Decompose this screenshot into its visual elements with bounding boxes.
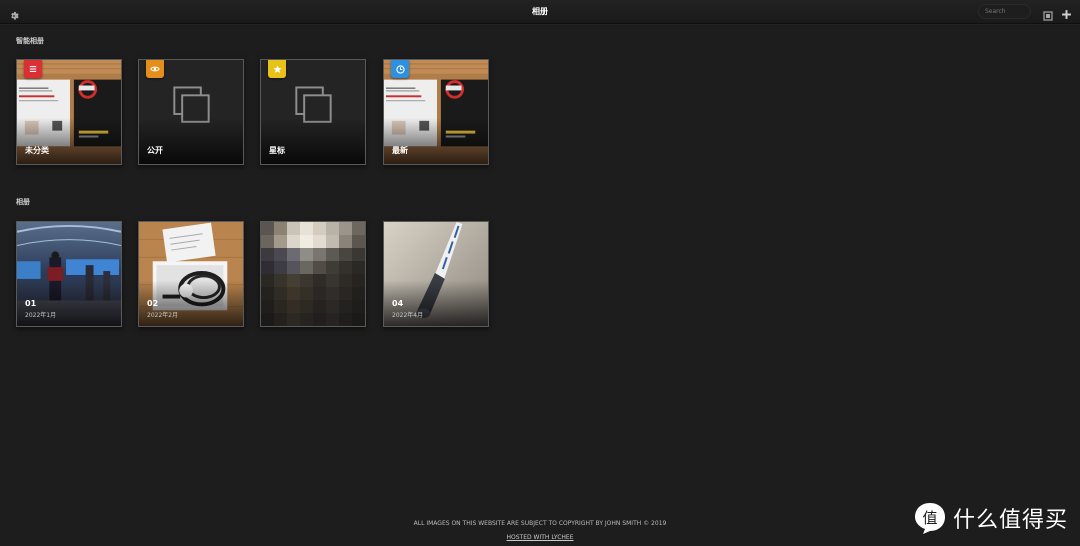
search-input[interactable]	[978, 4, 1031, 19]
smart-album-recent[interactable]: 最新	[383, 59, 489, 165]
add-plus-icon[interactable]	[1061, 5, 1073, 19]
watermark-text: 什么值得买	[952, 508, 1068, 533]
album-03[interactable]	[260, 221, 366, 327]
smart-album-unsorted[interactable]: 未分类	[16, 59, 122, 165]
list-icon	[24, 60, 42, 78]
album-title: 公开	[147, 146, 163, 155]
smart-album-starred[interactable]: 星标	[260, 59, 366, 165]
smart-album-public[interactable]: 公开	[138, 59, 244, 165]
header-bar: 相册	[0, 0, 1080, 24]
album-date: 2022年4月	[392, 312, 424, 319]
album-04[interactable]: 04 2022年4月	[383, 221, 489, 327]
album-title: 02	[147, 299, 159, 308]
albums-heading: 相册	[16, 198, 30, 206]
eye-icon	[146, 60, 164, 78]
album-title: 最新	[392, 146, 408, 155]
album-01[interactable]: 01 2022年1月	[16, 221, 122, 327]
album-date: 2022年2月	[147, 312, 179, 319]
smzdm-watermark: 值 什么值得买	[913, 500, 1068, 536]
clock-icon	[391, 60, 409, 78]
album-date: 2022年1月	[25, 312, 57, 319]
album-title: 星标	[269, 146, 285, 155]
page-title: 相册	[532, 7, 548, 16]
watermark-logo-icon: 值	[914, 503, 945, 534]
album-thumbnail	[261, 222, 365, 326]
watermark-logo-symbol: 值	[922, 509, 937, 527]
album-title: 未分类	[25, 146, 49, 155]
smart-albums-heading: 智能相册	[16, 37, 44, 45]
album-title: 04	[392, 299, 404, 308]
fullscreen-icon[interactable]	[1043, 6, 1055, 21]
album-02[interactable]: 02 2022年2月	[138, 221, 244, 327]
album-title: 01	[25, 299, 37, 308]
star-icon	[268, 60, 286, 78]
